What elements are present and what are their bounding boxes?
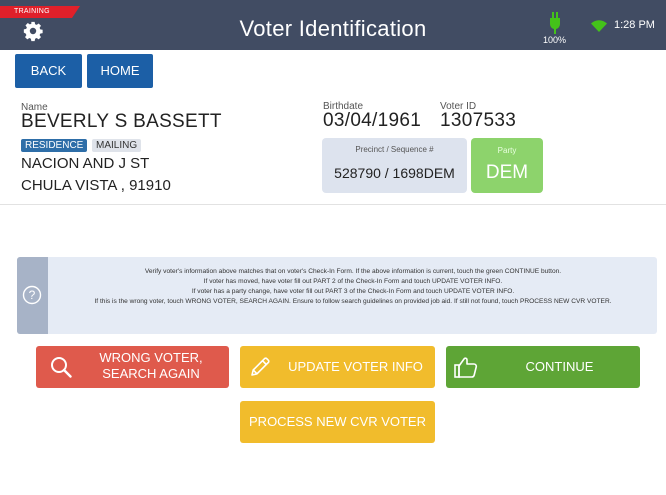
voter-name: BEVERLY S BASSETT <box>21 111 222 132</box>
wrong-voter-label: WRONG VOTER, SEARCH AGAIN <box>99 350 203 381</box>
battery-charging-icon <box>549 12 561 34</box>
back-button[interactable]: BACK <box>15 54 82 88</box>
wifi-icon <box>591 20 607 32</box>
voter-id-value: 1307533 <box>440 110 517 131</box>
search-icon <box>51 357 72 378</box>
party-value: DEM <box>485 162 529 183</box>
header-bar: TRAINING Voter Identification 100% 1:28 … <box>0 0 666 50</box>
update-voter-info-button[interactable]: UPDATE VOTER INFO <box>240 346 435 388</box>
tab-mailing[interactable]: MAILING <box>92 139 142 152</box>
help-icon: ? <box>22 285 42 305</box>
clock: 1:28 PM <box>614 19 655 31</box>
thumbs-up-icon <box>454 357 478 378</box>
wrong-voter-button[interactable]: WRONG VOTER, SEARCH AGAIN <box>36 346 229 388</box>
instructions-panel: ? Verify voter's information above match… <box>17 257 657 334</box>
precinct-card: Precinct / Sequence # 528790 / 1698DEM <box>322 138 467 193</box>
instructions-text: Verify voter's information above matches… <box>53 267 653 307</box>
update-voter-info-label: UPDATE VOTER INFO <box>288 359 423 374</box>
birthdate-value: 03/04/1961 <box>323 110 422 131</box>
battery-percent: 100% <box>543 35 567 45</box>
info-sidebar: ? <box>17 257 48 334</box>
party-label: Party <box>497 146 517 155</box>
continue-label: CONTINUE <box>525 359 594 374</box>
home-button[interactable]: HOME <box>87 54 153 88</box>
address-line-2: CHULA VISTA , 91910 <box>21 177 171 194</box>
divider <box>0 204 666 205</box>
instruction-line: If voter has moved, have voter fill out … <box>203 278 503 285</box>
tab-residence[interactable]: RESIDENCE <box>21 139 88 152</box>
party-card: Party DEM <box>471 138 543 193</box>
precinct-value: 528790 / 1698DEM <box>334 165 455 181</box>
address-line-1: NACION AND J ST <box>21 155 150 172</box>
precinct-label: Precinct / Sequence # <box>355 145 434 154</box>
instruction-line: Verify voter's information above matches… <box>144 268 562 275</box>
process-new-cvr-voter-label: PROCESS NEW CVR VOTER <box>249 414 426 429</box>
page-title: Voter Identification <box>239 16 427 41</box>
pencil-icon <box>251 357 270 376</box>
svg-text:?: ? <box>29 288 36 302</box>
instruction-line: If voter has a party change, have voter … <box>191 288 515 295</box>
process-new-cvr-voter-button[interactable]: PROCESS NEW CVR VOTER <box>240 401 435 443</box>
instruction-line: If this is the wrong voter, touch WRONG … <box>94 298 612 305</box>
continue-button[interactable]: CONTINUE <box>446 346 640 388</box>
